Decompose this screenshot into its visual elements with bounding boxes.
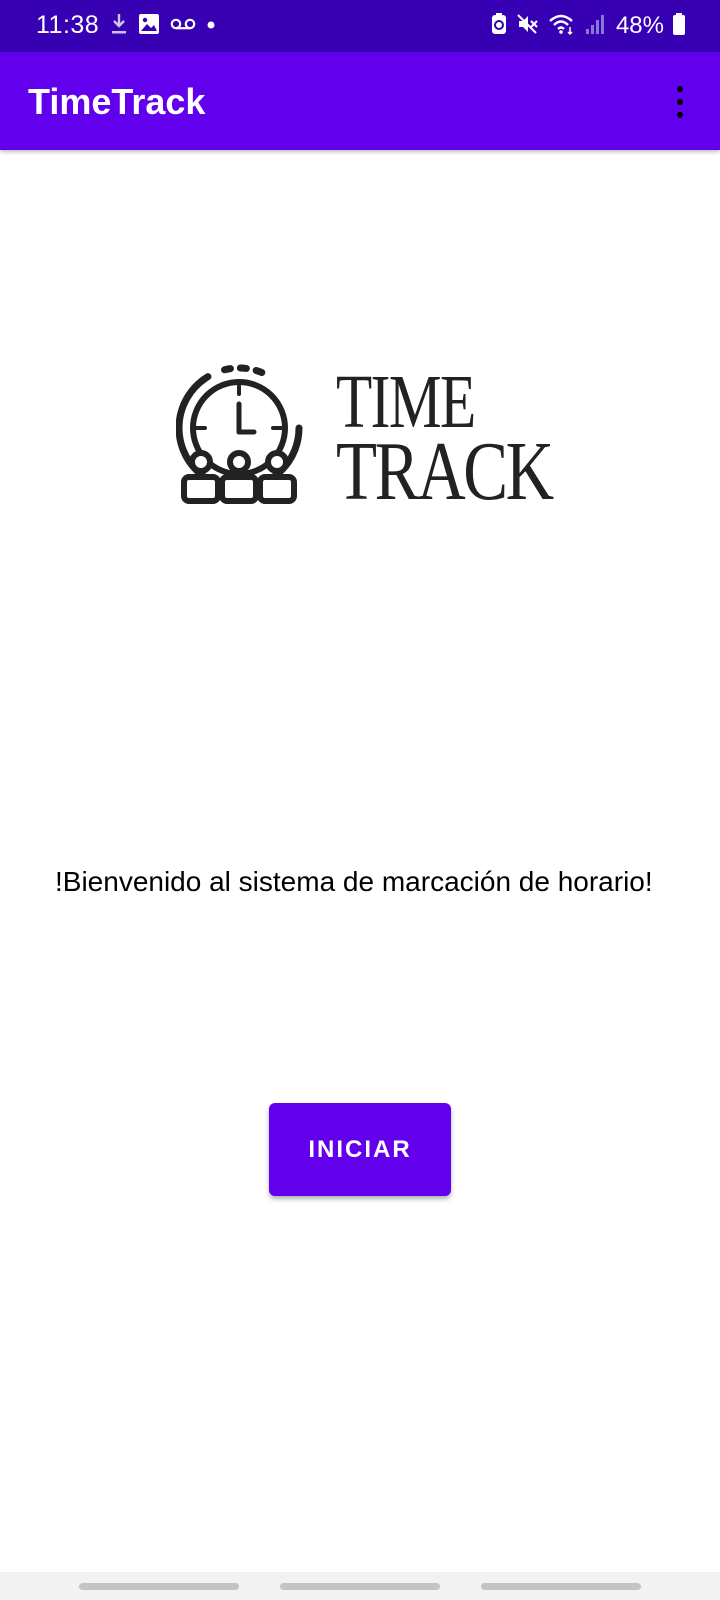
nav-handle-right[interactable] [481, 1583, 641, 1590]
notification-dot-icon [206, 17, 216, 35]
battery-icon [672, 12, 686, 41]
voicemail-icon [170, 17, 196, 36]
logo-text-line2: TRACK [336, 425, 554, 518]
more-vert-icon[interactable] [670, 84, 690, 120]
app-title: TimeTrack [28, 81, 206, 122]
start-button[interactable]: INICIAR [269, 1103, 451, 1196]
status-system-icons: 48% [490, 12, 686, 41]
status-notification-icons [110, 13, 216, 39]
wifi-icon [548, 12, 576, 41]
battery-saver-icon [490, 12, 508, 41]
download-icon [110, 12, 128, 41]
status-bar: 11:38 48% [0, 0, 720, 52]
nav-handle-center[interactable] [280, 1583, 440, 1590]
welcome-message: !Bienvenido al sistema de marcación de h… [55, 866, 653, 897]
app-bar: TimeTrack [0, 52, 720, 150]
battery-percentage: 48% [615, 12, 664, 39]
nav-handle-left[interactable] [79, 1583, 239, 1590]
status-time: 11:38 [36, 11, 100, 39]
gallery-icon [138, 13, 160, 40]
mute-icon [516, 12, 540, 41]
clock-with-people-icon [176, 364, 303, 504]
signal-icon [584, 13, 606, 40]
navigation-bar [0, 1572, 720, 1600]
app-logo: TIME TRACK [176, 364, 566, 524]
